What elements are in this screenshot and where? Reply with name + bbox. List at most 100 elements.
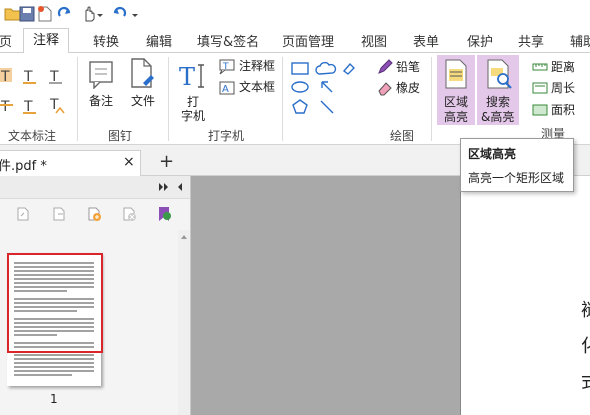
- thumbnail-scrollbar[interactable]: [178, 230, 190, 415]
- pencil-button-label[interactable]: 铅笔: [396, 60, 420, 75]
- highlight-text-icon: T: [0, 68, 12, 85]
- collapse-panel-icon[interactable]: [176, 182, 184, 192]
- drawing-tools[interactable]: [290, 59, 362, 121]
- area-button-label[interactable]: 面积: [551, 103, 575, 118]
- tab-share[interactable]: 共享: [518, 31, 544, 50]
- squiggly-text-icon: T: [49, 69, 62, 85]
- polygon-icon: [292, 99, 308, 114]
- tab-form[interactable]: 表单: [413, 31, 439, 50]
- eraser-icon[interactable]: [377, 80, 393, 96]
- new-tab-icon[interactable]: +: [159, 151, 174, 172]
- chevron-down-icon[interactable]: [131, 5, 139, 23]
- note-button-label[interactable]: 备注: [89, 94, 113, 109]
- delete-page-icon[interactable]: [121, 206, 137, 222]
- textbox-button-label[interactable]: 文本框: [239, 80, 275, 95]
- svg-text:A: A: [222, 84, 229, 95]
- ribbon-panel: T T T T T T 文本标注 备注 文件 图钉 T 打 字机 T 注释框 A…: [0, 53, 590, 145]
- chevron-down-icon[interactable]: [96, 5, 104, 23]
- tab-page-management[interactable]: 页面管理: [282, 31, 334, 50]
- document-text-char: 褪: [581, 296, 590, 322]
- undo-arrow-icon[interactable]: [110, 5, 128, 23]
- tab-convert[interactable]: 转换: [93, 31, 119, 50]
- scroll-up-icon[interactable]: [180, 234, 188, 240]
- group-label-text-markup: 文本标注: [8, 129, 57, 143]
- panel-header: [0, 176, 190, 199]
- tab-accessibility[interactable]: 辅助: [570, 31, 590, 50]
- typewriter-button-label-line1[interactable]: 打: [187, 95, 199, 110]
- page-thumbnail[interactable]: [7, 253, 103, 386]
- note-icon[interactable]: [87, 59, 115, 89]
- svg-text:T: T: [179, 63, 195, 91]
- save-icon[interactable]: [18, 5, 36, 23]
- tooltip: 区域高亮 高亮一个矩形区域: [460, 138, 574, 192]
- svg-text:T: T: [0, 99, 10, 115]
- group-divider: [282, 57, 283, 141]
- tooltip-title: 区域高亮: [468, 147, 517, 161]
- thumbnail-page-number: 1: [50, 392, 58, 406]
- close-tab-icon[interactable]: ×: [123, 154, 135, 170]
- tab-view[interactable]: 视图: [361, 31, 387, 50]
- eraser-button-label[interactable]: 橡皮: [396, 81, 420, 96]
- area-highlight-label-line1[interactable]: 区域: [444, 95, 468, 110]
- tab-fill-sign[interactable]: 填写&签名: [197, 31, 259, 50]
- file-attachment-icon[interactable]: [128, 57, 156, 89]
- strikeout-text-icon: T: [0, 99, 13, 115]
- redo-arrow-icon[interactable]: [56, 5, 74, 23]
- new-document-icon[interactable]: [36, 5, 54, 23]
- tab-protect[interactable]: 保护: [467, 31, 493, 50]
- thumbnail-panel: 1: [0, 176, 191, 415]
- arrow-icon: [321, 81, 333, 93]
- group-divider: [431, 57, 432, 141]
- document-tab[interactable]: 件.pdf * ×: [0, 150, 141, 176]
- quick-access-toolbar: [0, 0, 590, 28]
- group-label-typewriter: 打字机: [208, 129, 245, 143]
- document-workspace: [191, 176, 460, 415]
- document-text-char: 式: [581, 368, 590, 394]
- perimeter-button-label[interactable]: 周长: [551, 81, 575, 96]
- typewriter-icon[interactable]: T: [178, 61, 208, 91]
- rotate-page-icon[interactable]: [15, 206, 31, 222]
- area-highlight-icon[interactable]: [444, 59, 468, 89]
- svg-text:T: T: [222, 62, 229, 72]
- callout-icon[interactable]: T: [219, 59, 235, 75]
- line-icon: [320, 100, 334, 114]
- perimeter-icon[interactable]: [532, 81, 548, 95]
- group-divider: [168, 57, 169, 141]
- svg-text:T: T: [0, 69, 10, 85]
- insert-page-icon[interactable]: [86, 206, 102, 222]
- ellipse-icon: [291, 81, 309, 93]
- tab-edit[interactable]: 编辑: [146, 31, 172, 50]
- group-divider: [77, 57, 78, 141]
- document-tab-title: 件.pdf *: [0, 159, 47, 174]
- callout-button-label[interactable]: 注释框: [239, 59, 275, 74]
- distance-button-label[interactable]: 距离: [551, 60, 575, 75]
- search-highlight-label-line2[interactable]: &高亮: [481, 110, 514, 125]
- tab-comment[interactable]: 注释: [23, 28, 70, 54]
- pencil-icon[interactable]: [377, 59, 393, 75]
- tab-page[interactable]: 页: [0, 31, 12, 50]
- thumbnail-toolbar: [0, 199, 178, 229]
- extract-page-icon[interactable]: [51, 206, 67, 222]
- file-button-label[interactable]: 文件: [131, 94, 155, 109]
- polyline-icon: [342, 62, 355, 75]
- text-markup-tools[interactable]: T T T T T T: [0, 63, 70, 115]
- rectangle-icon: [291, 62, 309, 75]
- distance-icon[interactable]: [532, 60, 548, 74]
- visible-area-frame[interactable]: [7, 253, 103, 353]
- group-label-pin: 图钉: [108, 129, 133, 143]
- underline-text-icon: T: [23, 69, 36, 85]
- ribbon-tab-bar: 页 注释 转换 编辑 填写&签名 页面管理 视图 表单 保护 共享 辅助: [0, 28, 590, 54]
- textbox-icon[interactable]: A: [219, 80, 235, 96]
- search-highlight-icon[interactable]: [486, 59, 512, 89]
- expand-panel-icon[interactable]: [158, 182, 170, 192]
- cloud-icon: [315, 61, 337, 75]
- page-properties-icon[interactable]: [156, 206, 172, 222]
- area-highlight-label-line2[interactable]: 高亮: [444, 110, 468, 125]
- insert-text-icon: T: [49, 97, 65, 114]
- area-measure-icon[interactable]: [532, 103, 548, 117]
- search-highlight-label-line1[interactable]: 搜索: [486, 95, 510, 110]
- group-label-drawing: 绘图: [390, 129, 415, 143]
- typewriter-button-label-line2[interactable]: 字机: [181, 109, 205, 124]
- document-page[interactable]: 褪 化 式: [460, 176, 590, 415]
- document-text-char: 化: [581, 332, 590, 358]
